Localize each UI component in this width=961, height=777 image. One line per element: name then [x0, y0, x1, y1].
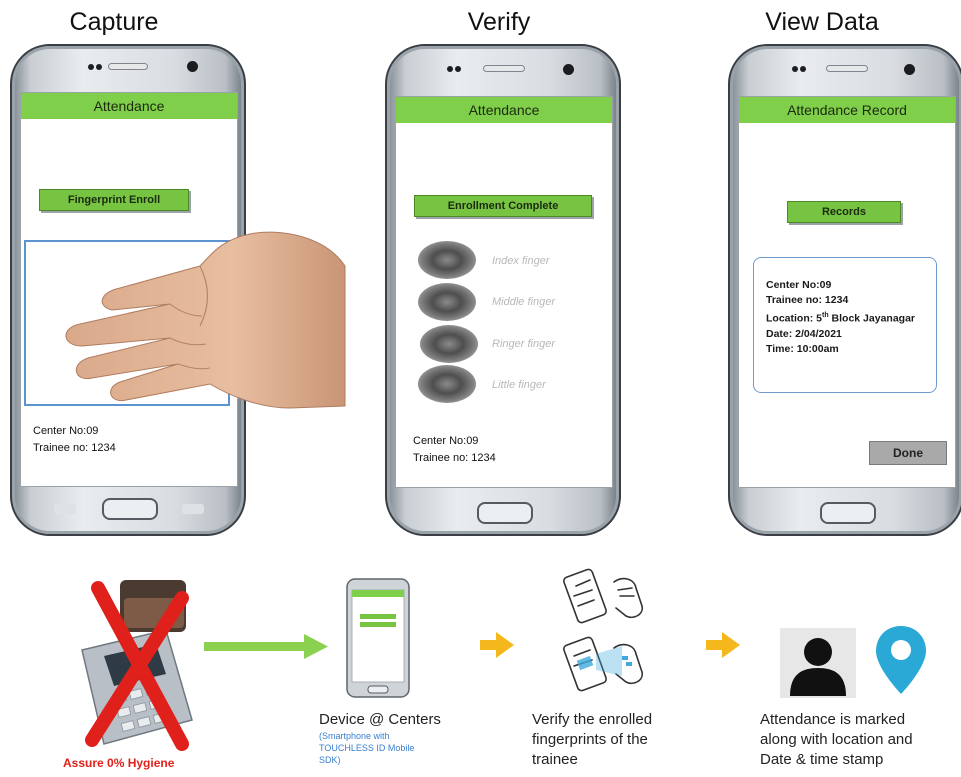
capture-title: Capture — [69, 8, 159, 36]
sensor-dot — [96, 64, 102, 70]
finger-label: Index finger — [492, 255, 550, 267]
record-trainee: Trainee no: 1234 — [766, 294, 849, 306]
record-location: Location: 5th Block Jayanagar — [766, 312, 916, 325]
fingerprint-ring — [420, 325, 478, 363]
phone-screen: Attendance Enrollment Complete Index fin… — [395, 96, 613, 488]
fingerprint-enroll-button[interactable]: Fingerprint Enroll — [39, 189, 189, 211]
recent-apps-key[interactable] — [54, 504, 76, 514]
app-bar-title: Attendance Record — [739, 97, 955, 123]
speaker — [108, 63, 148, 70]
sensor-dot — [455, 66, 461, 72]
fingerprint-middle — [418, 283, 476, 321]
yellow-arrow-icon — [706, 632, 740, 658]
verify-description: Verify the enrolled fingerprints of the … — [532, 711, 653, 768]
attendance-record-card: Center No:09 Trainee no: 1234 Location: … — [753, 257, 937, 393]
back-key[interactable] — [182, 504, 204, 514]
camera — [187, 61, 198, 72]
device-title: Device @ Centers — [319, 711, 441, 728]
sensor-dot — [88, 64, 94, 70]
sensor-dot — [792, 66, 798, 72]
fingerprint-little — [418, 365, 476, 403]
speaker — [483, 65, 525, 72]
finger-label: Ringer finger — [492, 338, 555, 350]
home-button[interactable] — [102, 498, 158, 520]
record-center: Center No:09 — [766, 279, 832, 291]
center-trainee-info: Center No:09 Trainee no: 1234 — [33, 425, 116, 454]
phone-screen: Attendance Record Records Center No:09 T… — [738, 96, 956, 488]
finger-label: Middle finger — [492, 296, 555, 308]
fingerprint-index — [418, 241, 476, 279]
app-bar-title: Attendance — [21, 93, 237, 119]
touchless-scan-icon — [563, 568, 644, 692]
yellow-arrow-icon — [480, 632, 514, 658]
camera — [563, 64, 574, 75]
records-button[interactable]: Records — [787, 201, 901, 223]
record-time: Time: 10:00am — [766, 342, 839, 355]
location-pin-icon — [876, 626, 926, 694]
verify-title: Verify — [467, 8, 531, 36]
phone-view-data: Attendance Record Records Center No:09 T… — [728, 44, 961, 536]
hand-icon — [65, 231, 346, 409]
enrollment-complete-button[interactable]: Enrollment Complete — [414, 195, 592, 217]
green-arrow-icon — [204, 634, 328, 659]
record-date: Date: 2/04/2021 — [766, 327, 842, 340]
sensor-dot — [447, 66, 453, 72]
done-button[interactable]: Done — [869, 441, 947, 465]
speaker — [826, 65, 868, 72]
sensor-dot — [800, 66, 806, 72]
smartphone-device-icon — [346, 578, 410, 698]
attendance-description: Attendance is marked along with location… — [760, 711, 913, 768]
device-subtitle: (Smartphone with TOUCHLESS ID Mobile SDK… — [319, 731, 415, 765]
home-button[interactable] — [477, 502, 533, 524]
camera — [904, 64, 915, 75]
center-trainee-info: Center No:09 Trainee no: 1234 — [413, 435, 496, 464]
contact-fingerprint-scanner-icon — [81, 580, 193, 751]
phone-verify: Attendance Enrollment Complete Index fin… — [385, 44, 621, 536]
person-avatar-icon — [780, 628, 856, 698]
app-bar-title: Attendance — [396, 97, 612, 123]
view-data-title: View Data — [765, 8, 879, 36]
hygiene-label: Assure 0% Hygiene — [63, 756, 175, 770]
home-button[interactable] — [820, 502, 876, 524]
finger-label: Little finger — [492, 379, 546, 391]
